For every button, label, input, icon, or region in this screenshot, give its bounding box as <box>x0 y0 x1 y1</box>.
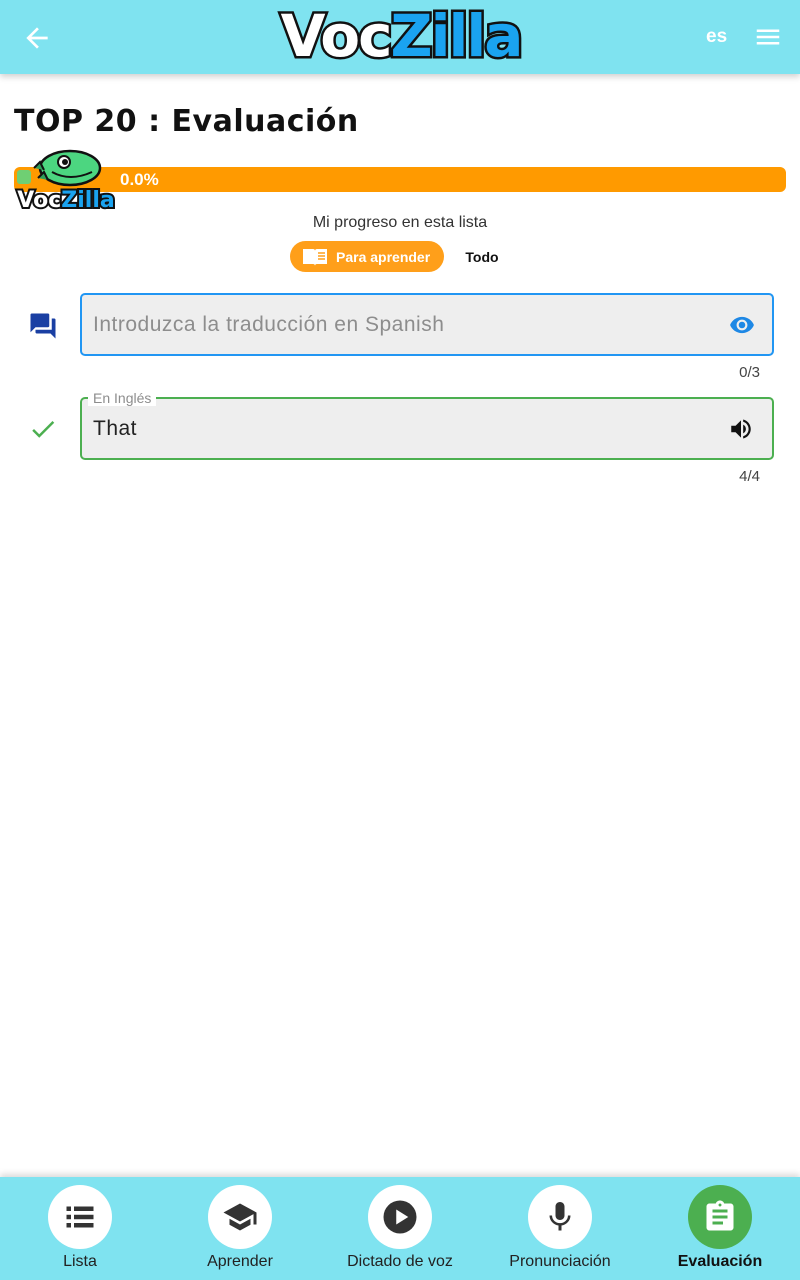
answer-counter: 0/3 <box>739 364 760 381</box>
check-icon <box>28 414 58 444</box>
nav-dictado-label: Dictado de voz <box>347 1253 453 1270</box>
chat-bubbles-icon <box>28 311 58 341</box>
list-icon <box>66 1206 94 1228</box>
nav-pronunciacion-circle <box>528 1185 592 1249</box>
filter-all-button[interactable]: Todo <box>460 249 504 265</box>
nav-evaluacion-circle <box>688 1185 752 1249</box>
back-button[interactable] <box>20 22 54 54</box>
clipboard-icon <box>706 1200 734 1231</box>
nav-pronunciacion-label: Pronunciación <box>509 1253 611 1270</box>
app-header: VocZilla es <box>0 0 800 74</box>
speaker-icon <box>731 419 751 439</box>
source-language-label: En Inglés <box>88 390 157 406</box>
translation-field <box>80 293 774 356</box>
logo-zilla: Zilla <box>388 0 526 73</box>
nav-item-pronunciacion[interactable]: Pronunciación <box>480 1177 640 1280</box>
book-icon <box>303 249 327 266</box>
nav-item-evaluacion[interactable]: Evaluación <box>640 1177 800 1280</box>
nav-item-lista[interactable]: Lista <box>0 1177 160 1280</box>
nav-dictado-circle <box>368 1185 432 1249</box>
nav-item-dictado[interactable]: Dictado de voz <box>320 1177 480 1280</box>
progress-label: Mi progreso en esta lista <box>312 214 488 231</box>
nav-aprender-label: Aprender <box>207 1253 273 1270</box>
filter-to-learn-button[interactable]: Para aprender <box>290 241 444 272</box>
progress-percentage: 0.0% <box>120 170 159 189</box>
language-selector[interactable]: es <box>706 26 734 48</box>
play-icon <box>383 1200 417 1234</box>
mascot-logo: VocZilla <box>14 148 118 215</box>
reveal-answer-button[interactable] <box>727 312 757 338</box>
source-word-field: That <box>80 397 774 460</box>
bottom-navigation: Lista Aprender Dictado de voz Pronunciac… <box>0 1177 800 1280</box>
logo-voc: Voc <box>278 0 395 73</box>
svg-text:VocZilla: VocZilla <box>17 188 114 210</box>
hamburger-icon <box>756 29 780 45</box>
source-word: That <box>93 417 138 440</box>
nav-aprender-circle <box>208 1185 272 1249</box>
nav-item-aprender[interactable]: Aprender <box>160 1177 320 1280</box>
filter-to-learn-label: Para aprender <box>336 249 431 265</box>
play-audio-button[interactable] <box>727 416 755 442</box>
nav-evaluacion-label: Evaluación <box>677 1253 763 1270</box>
page-title: TOP 20 : Evaluación <box>14 104 359 139</box>
nav-lista-label: Lista <box>63 1253 97 1270</box>
menu-button[interactable] <box>752 22 784 52</box>
translation-input[interactable] <box>93 309 713 341</box>
nav-lista-circle <box>48 1185 112 1249</box>
source-counter: 4/4 <box>739 468 760 485</box>
graduation-cap-icon <box>223 1203 257 1231</box>
app-logo: VocZilla <box>266 0 536 73</box>
eye-icon <box>730 316 754 334</box>
arrow-left-icon <box>26 27 48 49</box>
microphone-icon <box>549 1202 571 1231</box>
